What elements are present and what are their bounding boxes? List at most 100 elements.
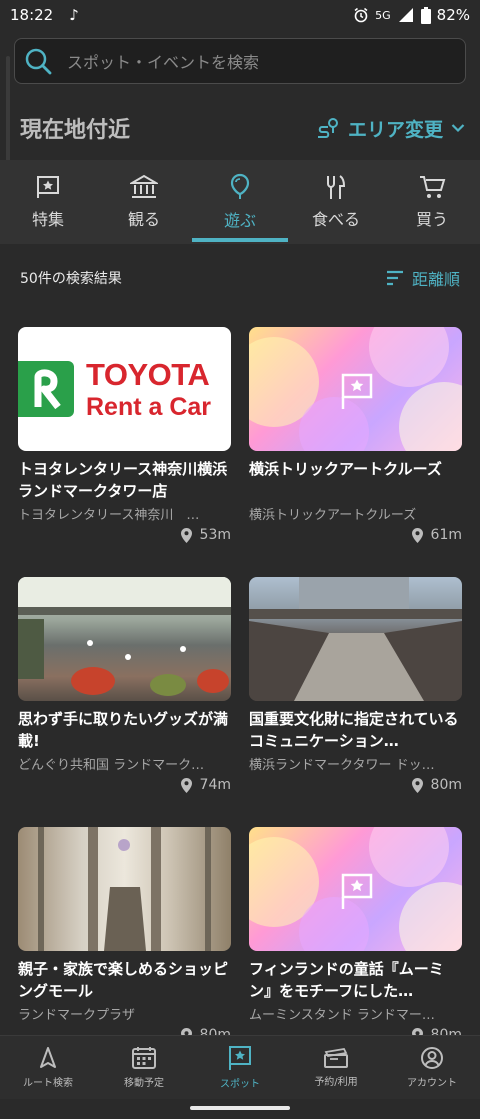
mall-photo-image [38, 827, 211, 951]
spot-distance: 80m [249, 777, 462, 793]
map-pin-route-icon [317, 118, 338, 138]
results-header: 50件の検索結果 距離順 [0, 258, 480, 298]
spot-photo [249, 577, 462, 701]
spot-thumbnail: TOYOTA Rent a Car [18, 327, 231, 451]
location-pin-icon [180, 777, 192, 793]
cart-icon [420, 176, 446, 198]
distance-value: 53m [199, 527, 231, 543]
search-icon [25, 48, 52, 75]
nav-label: 移動予定 [124, 1078, 164, 1089]
spot-subtitle: どんぐり共和国 ランドマーク… [18, 758, 205, 773]
spot-name: 横浜トリックアートクルーズ [249, 460, 442, 478]
spot-subtitle: ランドマークプラザ [18, 1008, 136, 1023]
spot-card[interactable]: 親子・家族で楽しめるショッピングモール ランドマークプラザ 80m [18, 827, 231, 1039]
spot-card[interactable]: 思わず手に取りたいグッズが満載! どんぐり共和国 ランドマーク… 74m [18, 577, 231, 827]
battery-icon [420, 6, 431, 24]
tab-label: 遊ぶ [223, 211, 256, 230]
fork-knife-icon [327, 175, 346, 199]
tab-label: 買う [415, 210, 448, 229]
spot-card[interactable]: フィンランドの童話『ムーミン』をモチーフにした… ムーミンスタンド ランドマー…… [249, 827, 462, 1039]
spot-subtitle: トヨタレンタリース神奈川 … [18, 508, 200, 523]
tab-label: 観る [127, 210, 160, 229]
signal-icon [398, 8, 413, 22]
spot-distance: 74m [18, 777, 231, 793]
nav-schedule[interactable]: 移動予定 [96, 1036, 192, 1099]
spot-photo [18, 827, 231, 951]
home-indicator[interactable] [190, 1106, 290, 1110]
battery-percent: 82% [436, 6, 470, 24]
spot-name: トヨタレンタリース神奈川横浜ランドマークタワー店 [18, 460, 228, 500]
dock-photo-image [249, 577, 462, 701]
network-label: 5G [375, 8, 391, 22]
location-pin-icon [411, 777, 423, 793]
spot-subtitle: ムーミンスタンド ランドマー… [249, 1008, 435, 1023]
bottom-nav: ルート検索 移動予定 スポット 予約/利用 アカウント [0, 1035, 480, 1099]
search-bar[interactable]: スポット・イベントを検索 [14, 38, 466, 84]
account-icon [421, 1047, 443, 1069]
tab-sightseeing[interactable]: 観る [96, 160, 192, 244]
nav-label: スポット [220, 1079, 260, 1090]
balloon-icon [230, 173, 250, 199]
rental-logo-icon [18, 361, 74, 417]
tab-play[interactable]: 遊ぶ [192, 160, 288, 244]
distance-value: 61m [430, 527, 462, 543]
spot-distance: 61m [249, 527, 462, 543]
spot-subtitle: 横浜トリックアートクルーズ [249, 508, 417, 523]
tab-featured[interactable]: 特集 [0, 160, 96, 244]
spot-name: フィンランドの童話『ムーミン』をモチーフにした… [249, 960, 444, 1000]
spot-flag-icon [341, 373, 373, 409]
nav-spot[interactable]: スポット [192, 1036, 288, 1099]
nav-label: アカウント [407, 1078, 457, 1089]
status-icons: 5G 82% [353, 6, 470, 24]
tab-label: 特集 [31, 210, 64, 229]
area-change-button[interactable]: エリア変更 [316, 115, 465, 142]
location-pin-icon [411, 527, 423, 543]
spot-thumbnail-placeholder [249, 827, 462, 951]
star-board-icon [37, 176, 59, 198]
location-title: 現在地付近 [20, 118, 131, 143]
spot-card[interactable]: 横浜トリックアートクルーズ 横浜トリックアートクルーズ 61m [249, 327, 462, 577]
music-note-icon: ♪ [69, 6, 79, 24]
spot-name: 思わず手に取りたいグッズが満載! [18, 710, 229, 750]
alarm-icon [354, 7, 368, 23]
area-change-label: エリア変更 [347, 118, 443, 141]
sort-button[interactable]: 距離順 [386, 266, 460, 290]
search-placeholder: スポット・イベントを検索 [67, 53, 260, 72]
ticket-icon [324, 1048, 348, 1068]
tab-eat[interactable]: 食べる [288, 160, 384, 244]
spot-flag-icon [229, 1046, 251, 1070]
shop-photo-image [18, 577, 231, 696]
status-bar: 18:22 ♪ 5G 82% [0, 0, 480, 30]
distance-value: 80m [430, 777, 462, 793]
nav-reservation[interactable]: 予約/利用 [288, 1036, 384, 1099]
sort-lines-icon [386, 270, 403, 286]
status-time: 18:22 [10, 6, 54, 24]
chevron-down-icon [451, 124, 465, 133]
spot-distance: 53m [18, 527, 231, 543]
thumb-brand-text: TOYOTA [86, 357, 210, 392]
route-arrow-icon [40, 1047, 56, 1068]
nav-label: ルート検索 [23, 1078, 73, 1089]
spot-thumbnail-placeholder [249, 327, 462, 451]
spot-card[interactable]: 国重要文化財に指定されているコミュニケーション… 横浜ランドマークタワー ドッ…… [249, 577, 462, 827]
museum-icon [130, 174, 158, 198]
nav-label: 予約/利用 [314, 1077, 358, 1088]
spot-name: 国重要文化財に指定されているコミュニケーション… [249, 710, 459, 750]
result-count: 50件の検索結果 [20, 271, 122, 287]
nav-route-search[interactable]: ルート検索 [0, 1036, 96, 1099]
category-tabs: 特集 観る 遊ぶ 食べる 買う [0, 160, 480, 244]
spot-name: 親子・家族で楽しめるショッピングモール [18, 960, 229, 1000]
sort-label: 距離順 [411, 270, 460, 289]
calendar-icon [132, 1047, 156, 1069]
spot-photo [18, 577, 231, 701]
distance-value: 74m [199, 777, 231, 793]
tab-shop[interactable]: 買う [384, 160, 480, 244]
spot-card[interactable]: TOYOTA Rent a Car トヨタレンタリース神奈川横浜ランドマークタワ… [18, 327, 231, 577]
spot-grid: TOYOTA Rent a Car トヨタレンタリース神奈川横浜ランドマークタワ… [18, 327, 462, 1039]
tab-label: 食べる [311, 210, 360, 229]
nav-account[interactable]: アカウント [384, 1036, 480, 1099]
spot-flag-icon [341, 873, 373, 909]
spot-subtitle: 横浜ランドマークタワー ドッ… [249, 758, 435, 773]
thumb-brand-subtext: Rent a Car [86, 393, 212, 421]
location-row: 現在地付近 エリア変更 [20, 108, 465, 148]
